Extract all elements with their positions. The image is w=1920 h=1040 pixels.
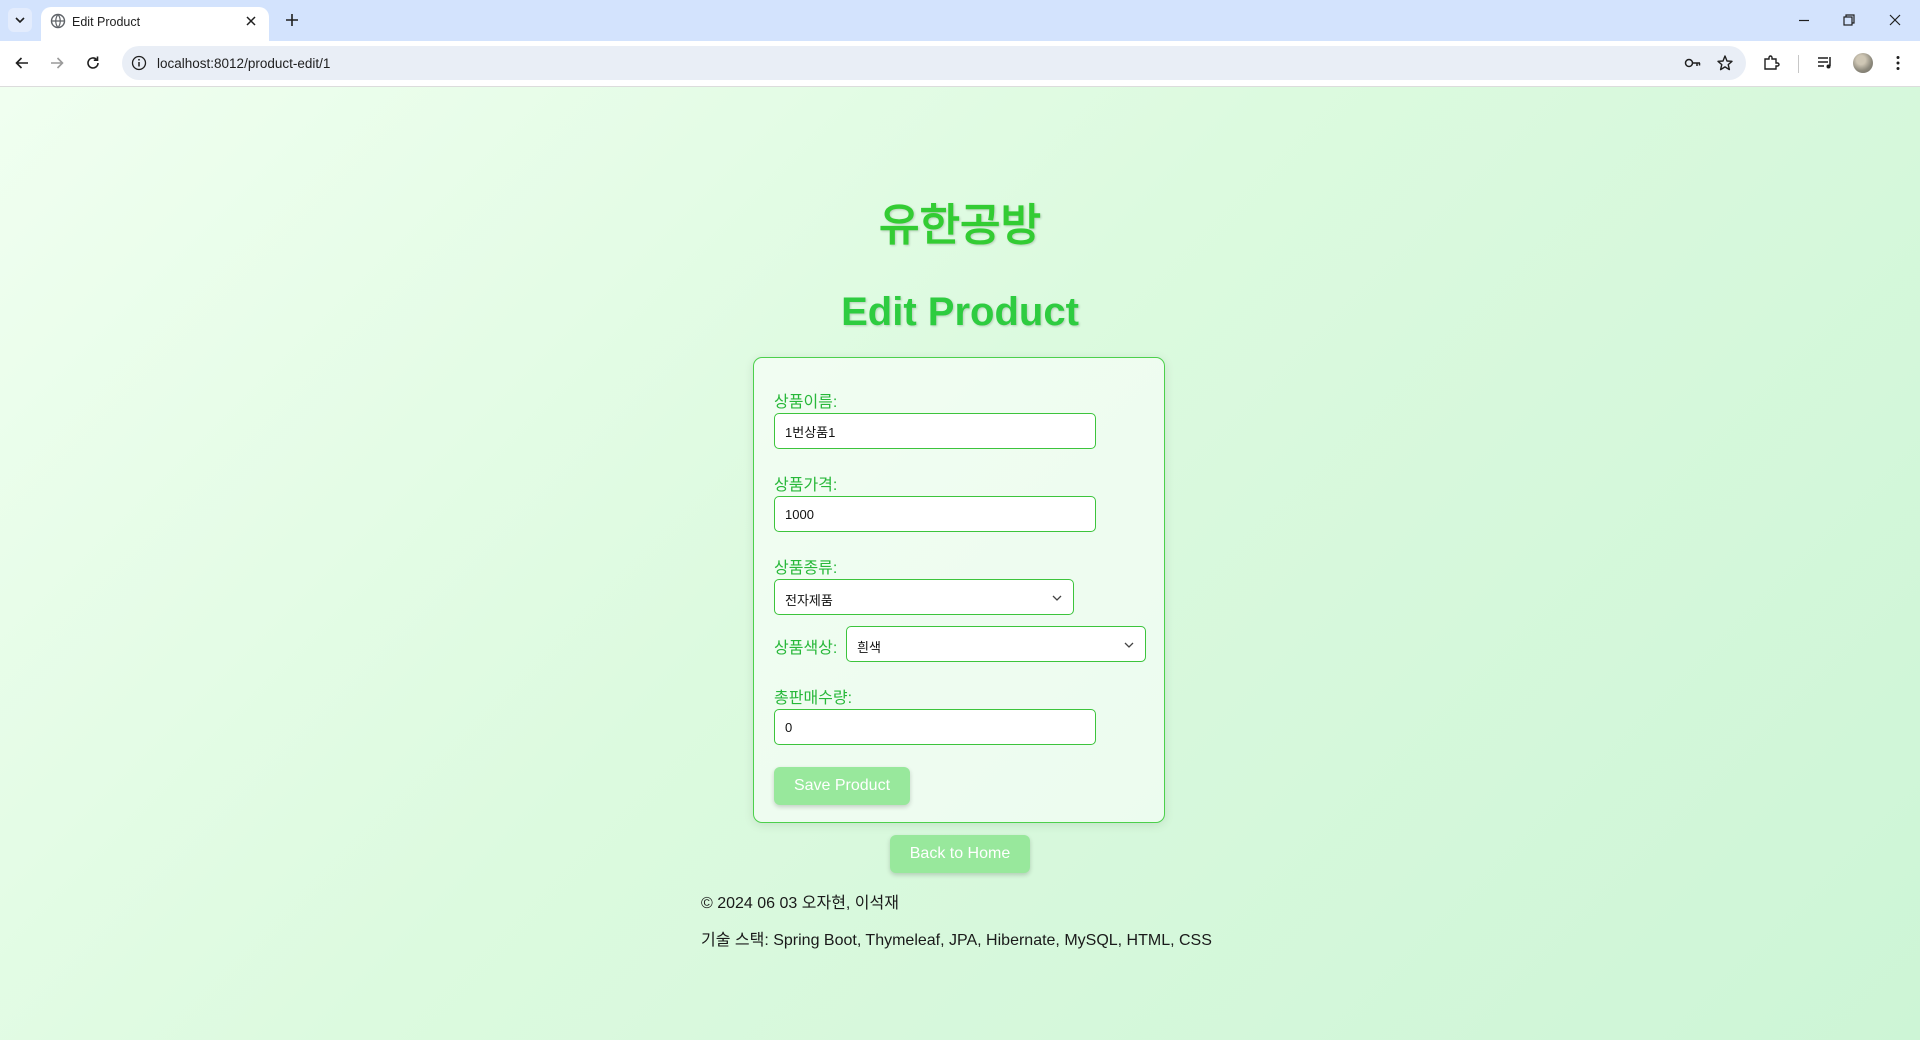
window-close-icon[interactable] — [1887, 12, 1903, 28]
forward-icon[interactable] — [48, 54, 66, 72]
total-sold-input[interactable] — [774, 709, 1096, 745]
minimize-icon[interactable] — [1796, 12, 1812, 28]
brand-title: 유한공방 — [879, 201, 1041, 250]
plus-icon[interactable] — [283, 11, 301, 29]
product-name-label: 상품이름: — [774, 394, 838, 411]
toolbar-divider — [1798, 55, 1799, 73]
page-title: Edit Product — [841, 290, 1079, 334]
chevron-down-icon — [1124, 642, 1134, 648]
product-price-label: 상품가격: — [774, 477, 838, 494]
save-product-button[interactable]: Save Product — [774, 767, 910, 805]
globe-icon — [50, 13, 66, 29]
footer-copyright: © 2024 06 03 오자현, 이석재 — [701, 895, 899, 912]
address-bar[interactable]: localhost:8012/product-edit/1 — [122, 46, 1746, 80]
password-key-icon[interactable] — [1684, 55, 1702, 71]
product-price-input[interactable] — [774, 496, 1096, 532]
footer-tech-stack: 기술 스택: Spring Boot, Thymeleaf, JPA, Hibe… — [701, 932, 1212, 949]
info-icon[interactable] — [131, 55, 147, 71]
page-content: 유한공방 Edit Product 상품이름: 상품가격: 상품종류: 전자제품… — [0, 87, 1920, 1040]
url-text: localhost:8012/product-edit/1 — [157, 56, 331, 71]
bookmark-star-icon[interactable] — [1716, 54, 1734, 72]
reload-icon[interactable] — [84, 54, 102, 72]
restore-icon[interactable] — [1841, 12, 1857, 28]
product-color-value: 흰색 — [857, 640, 881, 655]
product-name-input[interactable] — [774, 413, 1096, 449]
total-sold-label: 총판매수량: — [774, 690, 853, 707]
tab-title: Edit Product — [72, 15, 141, 29]
back-to-home-button[interactable]: Back to Home — [890, 835, 1030, 873]
more-menu-icon[interactable] — [1889, 54, 1907, 72]
tab-search-icon[interactable] — [8, 8, 32, 32]
tab-strip: Edit Product — [0, 0, 1920, 41]
product-category-label: 상품종류: — [774, 560, 838, 577]
chevron-down-icon — [1052, 595, 1062, 601]
profile-avatar[interactable] — [1853, 53, 1873, 73]
product-edit-form: 상품이름: 상품가격: 상품종류: 전자제품 상품색상: 흰색 총판매수량: S… — [753, 357, 1165, 823]
extensions-icon[interactable] — [1762, 54, 1780, 72]
product-color-label: 상품색상: — [774, 640, 838, 657]
product-category-select[interactable]: 전자제품 — [774, 579, 1074, 615]
product-color-select[interactable]: 흰색 — [846, 626, 1146, 662]
close-icon[interactable] — [243, 13, 259, 29]
browser-toolbar: localhost:8012/product-edit/1 — [0, 41, 1920, 87]
media-icon[interactable] — [1816, 54, 1834, 72]
product-category-value: 전자제품 — [785, 593, 833, 608]
back-icon[interactable] — [13, 54, 31, 72]
browser-tab[interactable]: Edit Product — [41, 7, 269, 41]
